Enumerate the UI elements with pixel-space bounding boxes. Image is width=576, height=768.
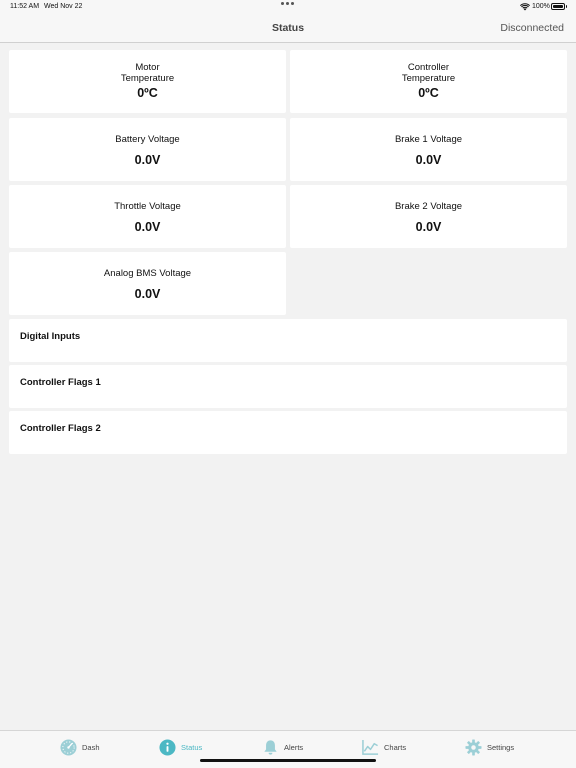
info-icon [159,738,176,756]
status-screen: 11:52 AM Wed Nov 22 100% Status Disconne… [0,0,576,768]
brake-1-voltage-value: 0.0V [415,153,442,167]
tab-settings[interactable]: Settings [465,738,514,756]
analog-bms-voltage-card: Analog BMS Voltage 0.0V [9,252,286,315]
tab-dash-label: Dash [82,742,100,752]
tab-charts[interactable]: Charts [362,738,406,756]
battery-voltage-value: 0.0V [134,153,161,167]
gauge-icon [60,738,77,756]
digital-inputs-section[interactable]: Digital Inputs [9,319,567,362]
controller-flags-1-section[interactable]: Controller Flags 1 [9,365,567,408]
tab-dash[interactable]: Dash [60,738,100,756]
wifi-icon [520,3,530,11]
brake-1-voltage-card: Brake 1 Voltage 0.0V [290,118,567,181]
clock: 11:52 AM [10,3,40,10]
controller-temperature-card: Controller Temperature 0ºC [290,50,567,113]
brake-1-voltage-label: Brake 1 Voltage [394,134,463,145]
controller-flags-1-title: Controller Flags 1 [20,377,101,388]
gear-icon [465,738,482,756]
system-status-bar: 11:52 AM Wed Nov 22 100% [0,0,576,14]
tab-status[interactable]: Status [159,738,202,756]
tab-alerts-label: Alerts [284,742,304,752]
page-title: Status [271,22,305,34]
motor-temperature-card: Motor Temperature 0ºC [9,50,286,113]
analog-bms-voltage-value: 0.0V [134,287,161,301]
brake-2-voltage-value: 0.0V [415,220,442,234]
battery-voltage-label: Battery Voltage [115,134,180,145]
motor-temperature-label-line2: Temperature [120,73,175,84]
tab-bar: Dash Status Alerts Charts Settings [0,730,576,768]
motor-temperature-label-line1: Motor [135,62,160,73]
bell-icon [264,739,277,755]
throttle-voltage-card: Throttle Voltage 0.0V [9,185,286,248]
date: Wed Nov 22 [44,3,83,10]
throttle-voltage-label: Throttle Voltage [114,201,181,212]
motor-temperature-value: 0ºC [137,86,158,100]
connection-status[interactable]: Disconnected [500,22,564,34]
controller-flags-2-title: Controller Flags 2 [20,423,101,434]
digital-inputs-title: Digital Inputs [20,331,81,342]
controller-temperature-label-line2: Temperature [401,73,456,84]
tab-charts-label: Charts [384,742,407,752]
multitasking-dots-icon[interactable] [281,2,294,5]
tab-settings-label: Settings [487,742,515,752]
chart-icon [362,739,379,755]
brake-2-voltage-card: Brake 2 Voltage 0.0V [290,185,567,248]
analog-bms-voltage-label: Analog BMS Voltage [103,268,192,279]
controller-temperature-value: 0ºC [418,86,439,100]
brake-2-voltage-label: Brake 2 Voltage [394,201,463,212]
controller-temperature-label-line1: Controller [407,62,450,73]
battery-voltage-card: Battery Voltage 0.0V [9,118,286,181]
home-indicator[interactable] [200,759,376,762]
throttle-voltage-value: 0.0V [134,220,161,234]
controller-flags-2-section[interactable]: Controller Flags 2 [9,411,567,454]
tab-alerts[interactable]: Alerts [262,738,303,756]
battery-icon [551,3,567,10]
tab-status-label: Status [181,742,203,752]
battery-percentage: 100% [532,3,550,10]
navigation-bar: Status Disconnected [0,14,576,43]
